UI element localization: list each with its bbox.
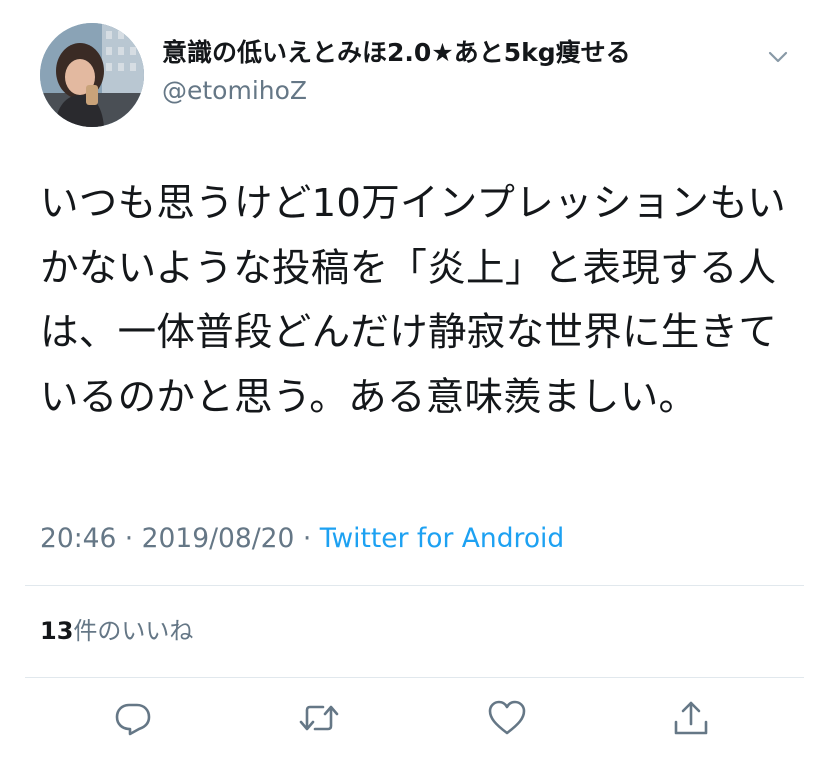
like-button[interactable]: [485, 696, 529, 740]
tweet-meta: 20:46 · 2019/08/20 · Twitter for Android: [40, 521, 564, 557]
user-handle[interactable]: @etomihoZ: [162, 74, 307, 108]
avatar[interactable]: [40, 23, 144, 127]
chevron-down-icon[interactable]: [765, 44, 791, 70]
tweet-time[interactable]: 20:46: [40, 523, 116, 554]
tweet-text: いつも思うけど10万インプレッションもいかないような投稿を「炎上」と表現する人は…: [40, 181, 787, 420]
retweet-icon: [299, 705, 339, 731]
heart-icon: [488, 700, 526, 735]
meta-separator: ·: [116, 523, 142, 554]
divider: [25, 585, 804, 586]
share-icon: [674, 701, 708, 735]
meta-separator: ·: [294, 523, 320, 554]
tweet-date[interactable]: 2019/08/20: [142, 523, 295, 554]
likes-label: 件のいいね: [73, 617, 194, 645]
reply-icon: [115, 703, 151, 736]
retweet-button[interactable]: [297, 696, 341, 740]
divider: [25, 677, 804, 678]
reply-button[interactable]: [111, 696, 155, 740]
share-button[interactable]: [669, 696, 713, 740]
likes-count: 13: [40, 617, 74, 645]
avatar-image: [40, 23, 144, 127]
display-name[interactable]: 意識の低いえとみほ2.0★あと5kg痩せる: [162, 36, 631, 70]
likes-count-link[interactable]: 13件のいいね: [40, 614, 193, 648]
tweet-source-link[interactable]: Twitter for Android: [320, 523, 565, 554]
